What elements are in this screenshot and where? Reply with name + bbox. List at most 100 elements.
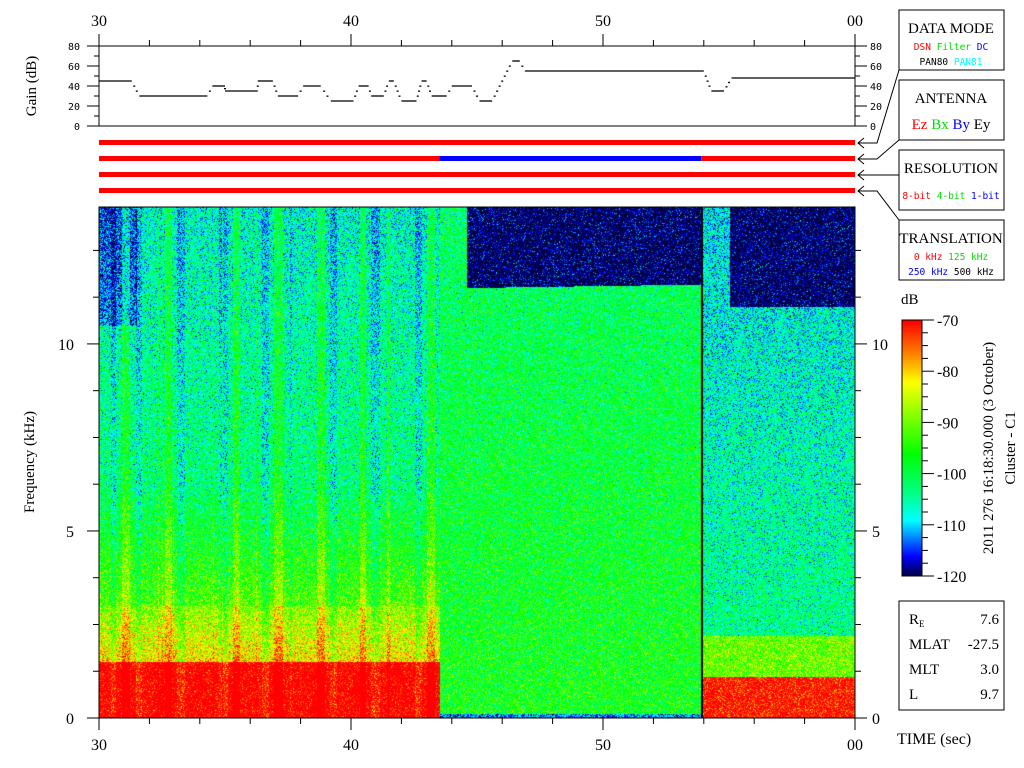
colorbar-swatch xyxy=(902,424,922,427)
legend-item: 125 kHz xyxy=(942,252,988,263)
colorbar-swatch xyxy=(902,416,922,419)
colorbar-swatch xyxy=(902,386,922,389)
legend-item: 8-bit xyxy=(902,191,931,202)
freq-tick-label-left: 0 xyxy=(66,711,74,728)
colorbar-swatch xyxy=(902,420,922,423)
colorbar-label: dB xyxy=(901,292,919,308)
colorbar: -70 -80 -90 -100 -110 -120 dB 2011 276 16:18:30… xyxy=(901,292,1019,586)
colorbar-swatch xyxy=(902,554,922,557)
colorbar-swatch xyxy=(902,572,922,575)
colorbar-swatch xyxy=(902,504,922,507)
colorbar-swatch xyxy=(902,408,922,411)
colorbar-swatch xyxy=(902,458,922,461)
gain-tick-label: 40 xyxy=(68,82,80,93)
colorbar-swatch xyxy=(902,462,922,465)
time-axis-label: TIME (sec) xyxy=(897,731,971,748)
colorbar-swatch xyxy=(902,564,922,567)
gain-transition-dot xyxy=(704,75,707,77)
status-bars xyxy=(99,140,855,193)
colorbar-swatch xyxy=(902,440,922,443)
resolution-legend-title: RESOLUTION xyxy=(904,161,998,177)
colorbar-swatch xyxy=(902,484,922,487)
legend-item: PAN80 xyxy=(920,57,949,68)
colorbar-swatch xyxy=(902,552,922,555)
colorbar-swatch xyxy=(902,508,922,511)
colorbar-swatch xyxy=(902,390,922,393)
colorbar-swatch xyxy=(902,354,922,357)
colorbar-swatch xyxy=(902,384,922,387)
colorbar-swatch xyxy=(902,344,922,347)
gain-transition-dot xyxy=(493,95,496,97)
freq-tick-label-right: 5 xyxy=(872,524,880,541)
gain-plot: 80 80 60 60 40 40 20 20 0 0 Gain (dB) xyxy=(24,34,882,133)
gain-tick-label: 40 xyxy=(870,82,882,93)
gain-transition-dot xyxy=(476,95,478,97)
colorbar-swatch xyxy=(902,536,922,539)
colorbar-tick-label: -90 xyxy=(937,415,958,432)
colorbar-swatch xyxy=(902,322,922,325)
gain-transition-dot xyxy=(706,80,709,82)
colorbar-swatch xyxy=(902,448,922,451)
colorbar-swatch xyxy=(902,542,922,545)
freq-tick-label-left: 10 xyxy=(58,337,74,354)
colorbar-swatch xyxy=(902,488,922,491)
colorbar-swatch xyxy=(902,516,922,519)
legend-connector-line xyxy=(858,190,900,221)
colorbar-swatch xyxy=(902,456,922,459)
colorbar-swatch xyxy=(902,338,922,341)
colorbar-swatch xyxy=(902,324,922,327)
orbit-value: -27.5 xyxy=(968,637,999,653)
gain-tick-label: 80 xyxy=(870,42,882,53)
status-bar-translation xyxy=(99,188,855,193)
time-tick-label-bottom: 40 xyxy=(343,737,359,754)
colorbar-swatch xyxy=(902,392,922,395)
colorbar-tick-label: -120 xyxy=(937,569,966,586)
chart-subtitle: Cluster - C1 xyxy=(1003,411,1019,484)
colorbar-swatch xyxy=(902,410,922,413)
gain-transition-dot xyxy=(496,90,499,92)
gain-transition-dot xyxy=(368,90,371,92)
colorbar-swatch xyxy=(902,532,922,535)
colorbar-swatch xyxy=(902,470,922,473)
chart-title: 2011 276 16:18:30.000 (3 October) xyxy=(981,342,997,554)
colorbar-swatch xyxy=(902,510,922,513)
gain-transition-dot xyxy=(418,90,421,92)
time-tick-label-top: 40 xyxy=(343,13,359,30)
colorbar-tick-label: -110 xyxy=(937,518,966,535)
colorbar-swatch xyxy=(902,352,922,355)
gain-transition-dot xyxy=(299,90,302,92)
colorbar-swatch xyxy=(902,378,922,381)
frequency-axis-label: Frequency (kHz) xyxy=(22,411,38,513)
colorbar-swatch xyxy=(902,380,922,383)
colorbar-swatch xyxy=(902,468,922,471)
colorbar-swatch xyxy=(902,418,922,421)
orbit-label-subscript: E xyxy=(919,619,925,629)
gain-tick-label: 0 xyxy=(74,122,80,133)
colorbar-swatch xyxy=(902,326,922,329)
colorbar-swatch xyxy=(902,422,922,425)
colorbar-swatch xyxy=(902,454,922,457)
colorbar-swatch xyxy=(902,372,922,375)
colorbar-swatch xyxy=(902,528,922,531)
gain-tick-label: 20 xyxy=(68,102,80,113)
orbit-value: 9.7 xyxy=(980,687,999,703)
legend-row: 8-bit 4-bit 1-bit xyxy=(902,191,999,202)
colorbar-swatch xyxy=(902,446,922,449)
gain-transition-dot xyxy=(473,90,476,92)
colorbar-swatch xyxy=(902,442,922,445)
legend-item: DC xyxy=(971,42,988,53)
gain-transition-dot xyxy=(428,90,431,92)
legend-item: 250 kHz xyxy=(908,267,948,278)
colorbar-swatch xyxy=(902,530,922,533)
colorbar-swatch xyxy=(902,506,922,509)
gain-transition-dot xyxy=(275,90,278,92)
colorbar-swatch xyxy=(902,476,922,479)
gain-tick-label: 20 xyxy=(870,102,882,113)
gain-tick-label: 0 xyxy=(870,122,876,133)
time-tick-label-top: 30 xyxy=(91,13,107,30)
time-tick-label-bottom: 50 xyxy=(595,737,611,754)
gain-transition-dot xyxy=(355,90,358,92)
colorbar-swatch xyxy=(902,334,922,337)
legend-row: Ez Bx By Ey xyxy=(912,117,991,133)
gain-transition-dot xyxy=(728,81,730,84)
